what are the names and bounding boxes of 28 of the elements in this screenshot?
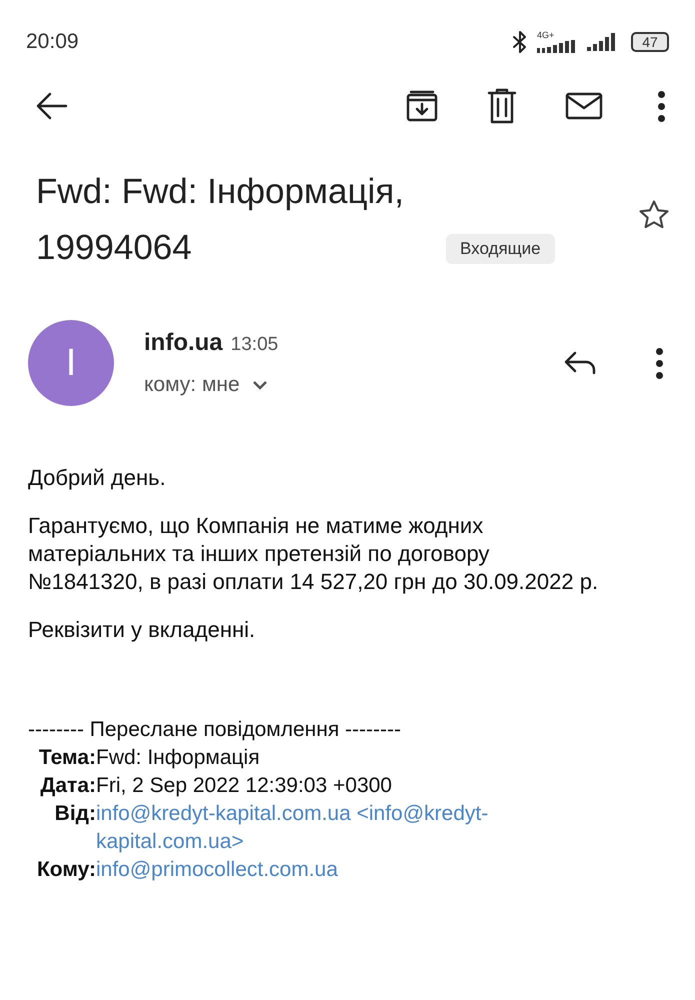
network-type: 4G+	[537, 30, 554, 40]
message-paragraph: Добрий день.	[28, 464, 167, 492]
message-paragraph: Гарантуємо, що Компанія не матиме жодних матеріальних та інших претензій по договору №1841320, в разі оплати 14 527,20 грн до 30.09.2022 р.	[28, 512, 600, 596]
status-time: 20:09	[26, 29, 79, 56]
mark-unread-button[interactable]	[565, 91, 603, 121]
email-subject: Fwd: Fwd: Інформація, 19994064	[36, 171, 405, 269]
reply-button[interactable]	[563, 350, 597, 376]
sender-avatar: I	[28, 320, 114, 406]
recipient-toggle[interactable]: кому: мне	[144, 369, 563, 401]
field-label: Кому:	[36, 857, 96, 883]
field-value: Fri, 2 Sep 2022 12:39:03 +0300	[96, 773, 393, 799]
field-label: Тема:	[38, 745, 96, 771]
message-paragraph: Реквізити у вкладенні.	[28, 616, 256, 644]
more-options-button[interactable]	[657, 90, 665, 122]
sender-name: info.ua	[144, 328, 223, 358]
chevron-down-icon	[252, 380, 268, 390]
sent-time: 13:05	[230, 333, 278, 358]
email-link[interactable]: info@primocollect.com.ua	[96, 856, 566, 884]
inbox-label[interactable]: Входящие	[446, 234, 555, 264]
field-label: Від:	[54, 801, 96, 827]
delete-button[interactable]	[487, 88, 517, 124]
message-options-button[interactable]	[655, 348, 663, 378]
field-value: Fwd: Інформація	[96, 745, 261, 771]
field-label: Дата:	[39, 773, 96, 799]
forwarded-header: -------- Переслане повідомлення --------	[28, 717, 402, 743]
archive-button[interactable]	[405, 89, 439, 123]
battery-indicator: 47	[631, 32, 669, 52]
bluetooth-icon	[511, 30, 529, 54]
